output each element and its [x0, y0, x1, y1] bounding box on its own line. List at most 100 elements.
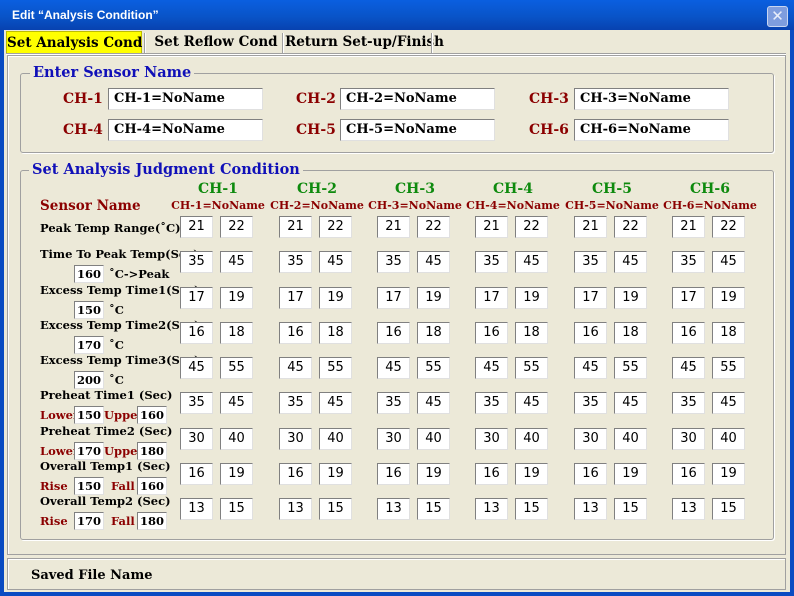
- max-value-input[interactable]: 45: [319, 251, 352, 273]
- max-value-input[interactable]: 45: [220, 251, 253, 273]
- max-value-input[interactable]: 19: [220, 287, 253, 309]
- max-value-input[interactable]: 22: [712, 216, 745, 238]
- max-value-input[interactable]: 40: [712, 428, 745, 450]
- min-value-input[interactable]: 21: [377, 216, 410, 238]
- min-value-input[interactable]: 13: [377, 498, 410, 520]
- row-param-input[interactable]: 150: [74, 301, 104, 319]
- max-value-input[interactable]: 22: [220, 216, 253, 238]
- min-value-input[interactable]: 45: [475, 357, 508, 379]
- max-value-input[interactable]: 45: [417, 251, 450, 273]
- max-value-input[interactable]: 45: [614, 251, 647, 273]
- max-value-input[interactable]: 45: [515, 392, 548, 414]
- max-value-input[interactable]: 19: [614, 287, 647, 309]
- max-value-input[interactable]: 55: [417, 357, 450, 379]
- max-value-input[interactable]: 18: [417, 322, 450, 344]
- max-value-input[interactable]: 45: [319, 392, 352, 414]
- min-value-input[interactable]: 45: [672, 357, 705, 379]
- max-value-input[interactable]: 40: [515, 428, 548, 450]
- row-sub2-input[interactable]: 160: [137, 406, 167, 424]
- max-value-input[interactable]: 55: [220, 357, 253, 379]
- title-bar[interactable]: Edit “Analysis Condition” ✕: [0, 0, 794, 30]
- min-value-input[interactable]: 16: [279, 322, 312, 344]
- tab-return-setup-finish[interactable]: Return Set-up/Finish: [285, 31, 444, 54]
- max-value-input[interactable]: 22: [417, 216, 450, 238]
- max-value-input[interactable]: 19: [515, 463, 548, 485]
- max-value-input[interactable]: 40: [417, 428, 450, 450]
- max-value-input[interactable]: 18: [712, 322, 745, 344]
- close-icon[interactable]: ✕: [767, 6, 788, 27]
- min-value-input[interactable]: 30: [574, 428, 607, 450]
- min-value-input[interactable]: 30: [180, 428, 213, 450]
- max-value-input[interactable]: 45: [614, 392, 647, 414]
- min-value-input[interactable]: 35: [377, 251, 410, 273]
- min-value-input[interactable]: 16: [377, 322, 410, 344]
- max-value-input[interactable]: 15: [515, 498, 548, 520]
- min-value-input[interactable]: 35: [574, 251, 607, 273]
- min-value-input[interactable]: 21: [180, 216, 213, 238]
- min-value-input[interactable]: 35: [180, 392, 213, 414]
- min-value-input[interactable]: 13: [672, 498, 705, 520]
- sensor-name-input-ch5[interactable]: CH-5=NoName: [340, 119, 495, 141]
- sensor-name-input-ch2[interactable]: CH-2=NoName: [340, 88, 495, 110]
- min-value-input[interactable]: 45: [377, 357, 410, 379]
- min-value-input[interactable]: 35: [475, 392, 508, 414]
- min-value-input[interactable]: 16: [279, 463, 312, 485]
- min-value-input[interactable]: 16: [672, 322, 705, 344]
- max-value-input[interactable]: 55: [712, 357, 745, 379]
- row-sub1-input[interactable]: 170: [74, 512, 104, 530]
- row-sub2-input[interactable]: 160: [137, 477, 167, 495]
- min-value-input[interactable]: 16: [180, 463, 213, 485]
- min-value-input[interactable]: 17: [475, 287, 508, 309]
- row-sub1-input[interactable]: 150: [74, 406, 104, 424]
- row-sub2-input[interactable]: 180: [137, 512, 167, 530]
- min-value-input[interactable]: 35: [180, 251, 213, 273]
- min-value-input[interactable]: 13: [279, 498, 312, 520]
- max-value-input[interactable]: 45: [515, 251, 548, 273]
- max-value-input[interactable]: 22: [515, 216, 548, 238]
- max-value-input[interactable]: 40: [220, 428, 253, 450]
- max-value-input[interactable]: 19: [712, 463, 745, 485]
- max-value-input[interactable]: 45: [712, 392, 745, 414]
- sensor-name-input-ch4[interactable]: CH-4=NoName: [108, 119, 263, 141]
- sensor-name-input-ch1[interactable]: CH-1=NoName: [108, 88, 263, 110]
- min-value-input[interactable]: 35: [279, 392, 312, 414]
- min-value-input[interactable]: 21: [475, 216, 508, 238]
- max-value-input[interactable]: 18: [515, 322, 548, 344]
- min-value-input[interactable]: 35: [279, 251, 312, 273]
- max-value-input[interactable]: 45: [220, 392, 253, 414]
- max-value-input[interactable]: 40: [319, 428, 352, 450]
- max-value-input[interactable]: 15: [614, 498, 647, 520]
- min-value-input[interactable]: 17: [672, 287, 705, 309]
- min-value-input[interactable]: 16: [672, 463, 705, 485]
- min-value-input[interactable]: 16: [475, 463, 508, 485]
- sensor-name-input-ch3[interactable]: CH-3=NoName: [574, 88, 729, 110]
- min-value-input[interactable]: 35: [672, 251, 705, 273]
- max-value-input[interactable]: 15: [220, 498, 253, 520]
- max-value-input[interactable]: 19: [712, 287, 745, 309]
- min-value-input[interactable]: 35: [475, 251, 508, 273]
- min-value-input[interactable]: 35: [574, 392, 607, 414]
- tab-set-reflow-cond[interactable]: Set Reflow Cond: [150, 31, 282, 54]
- max-value-input[interactable]: 19: [319, 463, 352, 485]
- min-value-input[interactable]: 21: [672, 216, 705, 238]
- min-value-input[interactable]: 17: [377, 287, 410, 309]
- min-value-input[interactable]: 30: [377, 428, 410, 450]
- max-value-input[interactable]: 22: [319, 216, 352, 238]
- min-value-input[interactable]: 21: [279, 216, 312, 238]
- row-sub1-input[interactable]: 150: [74, 477, 104, 495]
- min-value-input[interactable]: 45: [180, 357, 213, 379]
- max-value-input[interactable]: 15: [319, 498, 352, 520]
- max-value-input[interactable]: 19: [220, 463, 253, 485]
- min-value-input[interactable]: 16: [574, 322, 607, 344]
- row-param-input[interactable]: 160: [74, 265, 104, 283]
- min-value-input[interactable]: 16: [475, 322, 508, 344]
- min-value-input[interactable]: 16: [377, 463, 410, 485]
- min-value-input[interactable]: 30: [672, 428, 705, 450]
- max-value-input[interactable]: 18: [220, 322, 253, 344]
- min-value-input[interactable]: 17: [574, 287, 607, 309]
- row-param-input[interactable]: 170: [74, 336, 104, 354]
- min-value-input[interactable]: 16: [574, 463, 607, 485]
- min-value-input[interactable]: 30: [279, 428, 312, 450]
- min-value-input[interactable]: 13: [574, 498, 607, 520]
- max-value-input[interactable]: 19: [614, 463, 647, 485]
